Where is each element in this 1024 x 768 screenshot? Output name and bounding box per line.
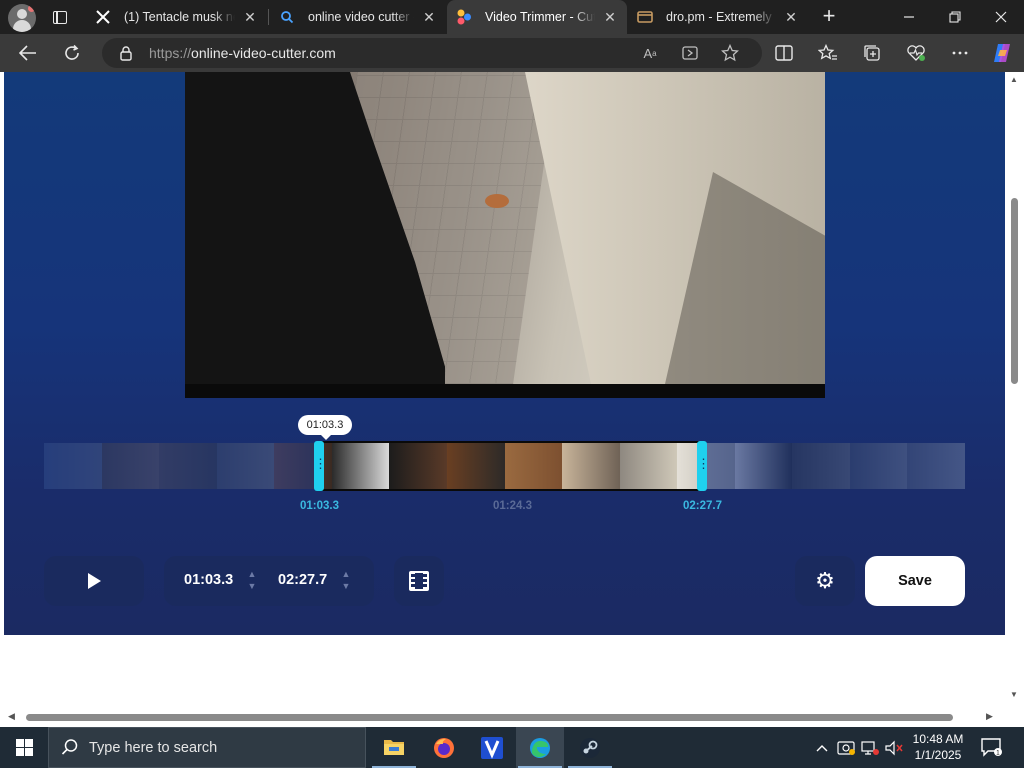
- end-time-input[interactable]: 02:27.7: [278, 572, 327, 588]
- app-logo-icon: [455, 8, 473, 26]
- tab-twitter[interactable]: (1) Tentacle musk neve ✕: [86, 0, 267, 34]
- playhead-time-tooltip: 01:03.3: [298, 415, 352, 440]
- clock-date: 1/1/2025: [914, 748, 962, 762]
- tab-title: dro.pm - Extremely Sh: [666, 10, 776, 24]
- restore-button[interactable]: [932, 0, 978, 34]
- search-icon: [278, 8, 296, 26]
- scroll-left-icon[interactable]: ◀: [8, 711, 15, 722]
- trim-time-inputs: 01:03.3 ▲ ▼ 02:27.7 ▲ ▼: [164, 556, 374, 606]
- more-menu-icon[interactable]: [946, 39, 974, 67]
- taskbar-search[interactable]: Type here to search: [48, 727, 366, 768]
- trim-end-handle[interactable]: [697, 441, 707, 491]
- vertical-scrollbar[interactable]: ▲ ▼: [1005, 72, 1024, 712]
- favorites-icon[interactable]: [814, 39, 842, 67]
- split-screen-icon[interactable]: [770, 39, 798, 67]
- timeline-middle-label: 01:24.3: [493, 500, 533, 512]
- settings-button[interactable]: ⚙: [795, 556, 855, 606]
- save-button[interactable]: Save: [865, 556, 965, 606]
- tab-video-trimmer[interactable]: Video Trimmer - Cut V ✕: [447, 0, 627, 34]
- split-frames-button[interactable]: [394, 556, 444, 606]
- browser-tab-strip: (1) Tentacle musk neve ✕ online video cu…: [0, 0, 1024, 34]
- url-text: https://online-video-cutter.com: [149, 45, 336, 61]
- read-aloud-icon[interactable]: Aa: [640, 43, 660, 63]
- timeline-excluded-left: [44, 443, 316, 489]
- favorite-star-icon[interactable]: [720, 43, 740, 63]
- start-time-input[interactable]: 01:03.3: [184, 572, 233, 588]
- dropm-icon: [636, 8, 654, 26]
- new-tab-button[interactable]: +: [816, 5, 842, 29]
- address-bar[interactable]: https://online-video-cutter.com Aa: [102, 38, 762, 68]
- tab-search[interactable]: online video cutter - S ✕: [270, 0, 446, 34]
- show-hidden-icons[interactable]: [812, 727, 832, 768]
- update-status-icon[interactable]: [836, 727, 856, 768]
- search-placeholder: Type here to search: [89, 740, 218, 756]
- close-tab-icon[interactable]: ✕: [599, 6, 621, 28]
- refresh-button[interactable]: [58, 39, 86, 67]
- tab-title: Video Trimmer - Cut V: [485, 10, 595, 24]
- timeline-start-label: 01:03.3: [300, 500, 340, 512]
- profile-avatar-icon[interactable]: [8, 4, 36, 32]
- edge-icon[interactable]: [516, 727, 564, 768]
- scroll-down-icon[interactable]: ▼: [1010, 690, 1018, 699]
- close-window-button[interactable]: [978, 0, 1024, 34]
- volume-muted-icon[interactable]: [884, 727, 904, 768]
- gear-icon: ⚙: [815, 568, 835, 593]
- browser-toolbar: https://online-video-cutter.com Aa: [0, 34, 1024, 72]
- copilot-icon[interactable]: [988, 39, 1016, 67]
- page-viewport: 01:03.3 01:03.3 01:24.3 02:27.7: [0, 72, 1024, 727]
- scroll-up-icon[interactable]: ▲: [1010, 75, 1018, 84]
- video-preview[interactable]: [185, 72, 825, 398]
- browser-essentials-icon[interactable]: [902, 39, 930, 67]
- tab-dropm[interactable]: dro.pm - Extremely Sh ✕: [628, 0, 808, 34]
- notification-center-icon[interactable]: 1: [980, 737, 1004, 757]
- steam-icon[interactable]: [566, 727, 614, 768]
- video-editor: 01:03.3 01:03.3 01:24.3 02:27.7: [4, 72, 1005, 635]
- x-logo-icon: [94, 8, 112, 26]
- tab-actions-icon[interactable]: [48, 6, 72, 28]
- start-button[interactable]: [0, 727, 48, 768]
- timeline-end-label: 02:27.7: [683, 500, 723, 512]
- tab-title: online video cutter - S: [308, 10, 414, 24]
- tab-title: (1) Tentacle musk neve: [124, 10, 235, 24]
- back-button[interactable]: [14, 39, 42, 67]
- firefox-icon[interactable]: [420, 727, 468, 768]
- close-tab-icon[interactable]: ✕: [239, 6, 261, 28]
- scroll-right-icon[interactable]: ▶: [986, 711, 993, 722]
- trim-start-handle[interactable]: [314, 441, 324, 491]
- end-time-stepper[interactable]: ▲ ▼: [340, 568, 352, 594]
- system-clock[interactable]: 10:48 AM 1/1/2025: [906, 731, 970, 763]
- v-app-icon[interactable]: [468, 727, 516, 768]
- close-tab-icon[interactable]: ✕: [418, 6, 440, 28]
- timeline-excluded-right: [704, 443, 965, 489]
- app-available-icon[interactable]: [680, 43, 700, 63]
- close-tab-icon[interactable]: ✕: [780, 6, 802, 28]
- collections-icon[interactable]: [858, 39, 886, 67]
- windows-taskbar: Type here to search 10:48 AM 1/1/2025 1: [0, 727, 1024, 768]
- lock-icon[interactable]: [118, 45, 134, 61]
- search-icon: [61, 738, 81, 758]
- file-explorer-icon[interactable]: [370, 727, 418, 768]
- film-strip-icon: [409, 571, 429, 591]
- start-time-stepper[interactable]: ▲ ▼: [246, 568, 258, 594]
- play-button[interactable]: [44, 556, 144, 606]
- clock-time: 10:48 AM: [912, 732, 964, 746]
- horizontal-scrollbar[interactable]: ◀ ▶: [0, 708, 1005, 727]
- timeline-selection[interactable]: [322, 441, 700, 491]
- network-icon[interactable]: [860, 727, 880, 768]
- minimize-button[interactable]: [886, 0, 932, 34]
